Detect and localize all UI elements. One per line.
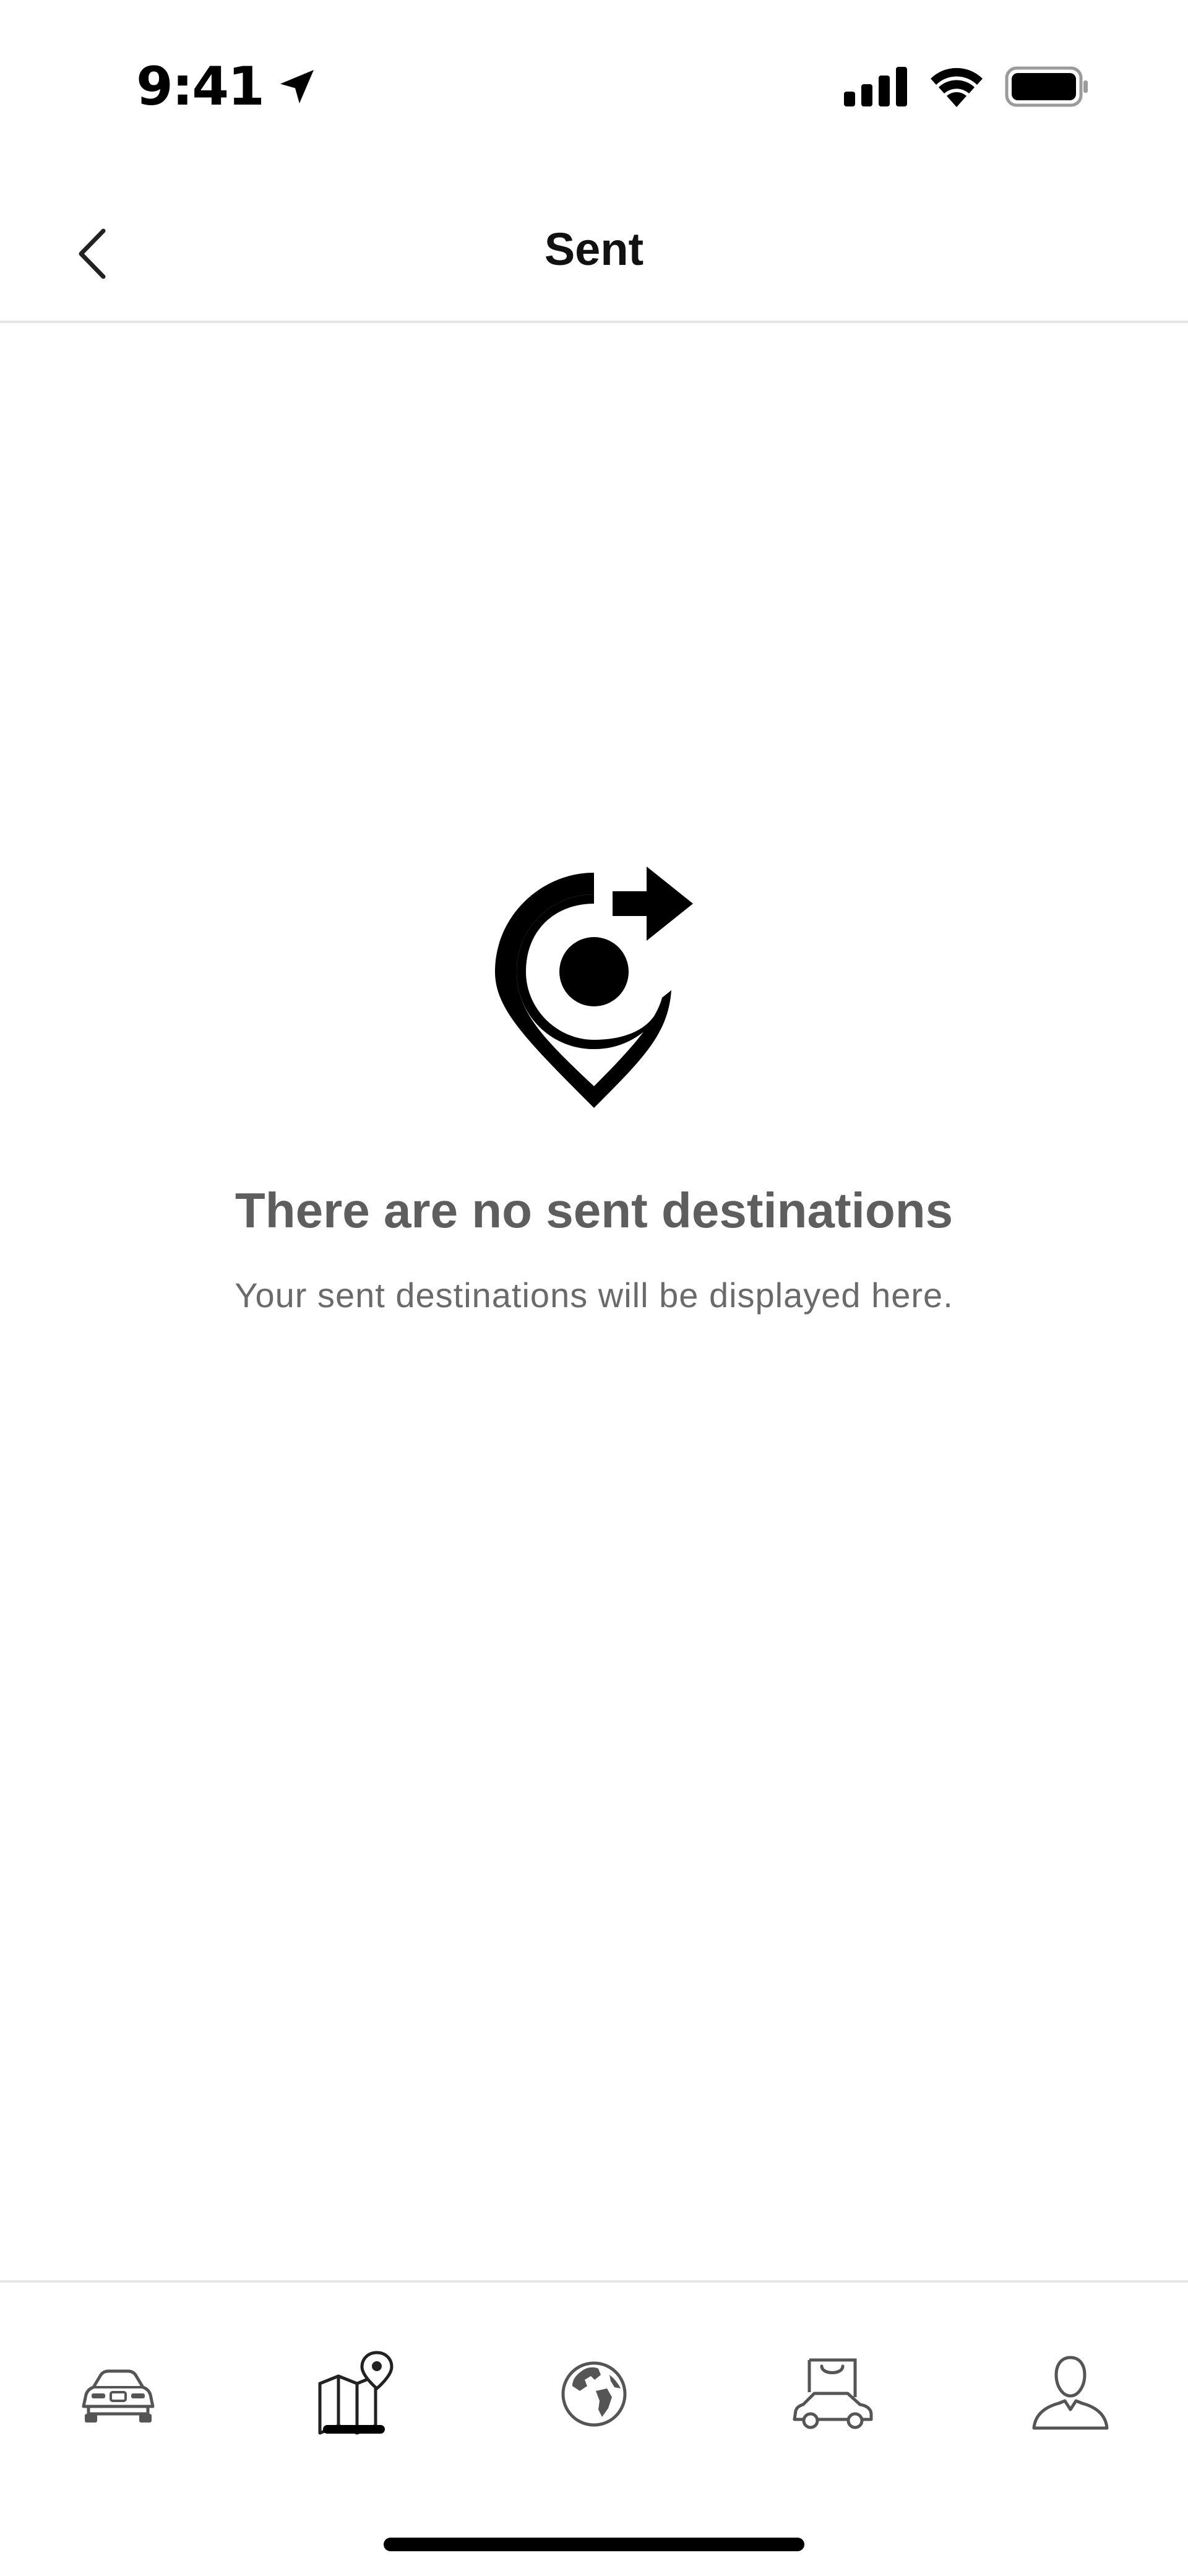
- tab-map[interactable]: [292, 2332, 416, 2456]
- status-bar: 9:41: [0, 0, 1188, 161]
- globe-icon: [561, 2361, 627, 2427]
- location-arrow-icon: [280, 70, 314, 103]
- car-icon: [82, 2369, 155, 2423]
- tab-vehicle[interactable]: [56, 2332, 179, 2456]
- tab-shop[interactable]: [770, 2332, 894, 2456]
- status-indicators: [844, 62, 1089, 111]
- sent-screen: 9:41 Sent There are no sent destinations…: [0, 0, 1188, 2576]
- active-tab-indicator: [323, 2425, 385, 2434]
- nav-header: Sent: [0, 186, 1188, 323]
- wifi-icon: [931, 67, 983, 107]
- tab-profile[interactable]: [1009, 2332, 1132, 2456]
- profile-icon: [1032, 2356, 1109, 2430]
- cellular-signal-icon: [844, 67, 907, 106]
- home-indicator[interactable]: [384, 2538, 804, 2551]
- shop-car-icon: [793, 2358, 873, 2429]
- battery-icon: [1005, 66, 1088, 107]
- send-destination-pin-icon: [495, 867, 693, 1108]
- page-title: Sent: [544, 223, 644, 275]
- tab-explore[interactable]: [532, 2332, 656, 2456]
- empty-state: There are no sent destinations Your sent…: [0, 854, 1188, 1315]
- empty-state-subtitle: Your sent destinations will be displayed…: [235, 1276, 953, 1315]
- tab-bar: [0, 2280, 1188, 2576]
- status-time-group: 9:41: [136, 50, 319, 124]
- status-time: 9:41: [136, 56, 265, 118]
- empty-state-title: There are no sent destinations: [235, 1183, 953, 1238]
